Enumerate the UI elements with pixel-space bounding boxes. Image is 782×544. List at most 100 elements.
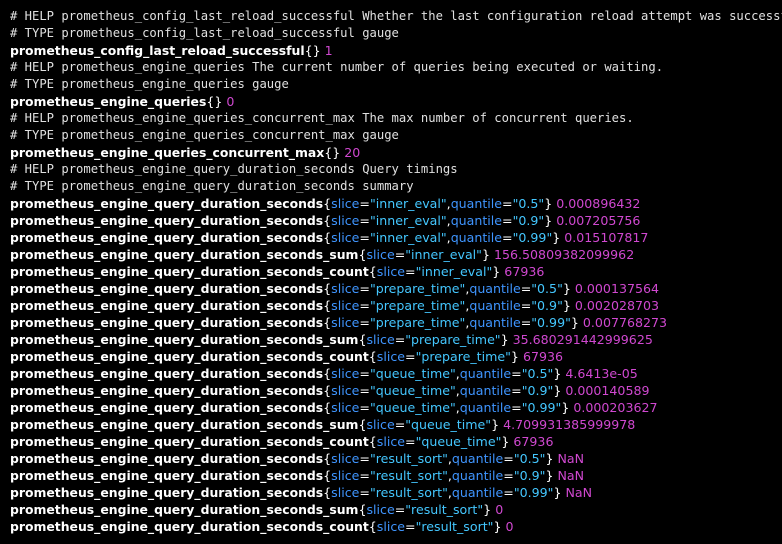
sample-value: NaN [561, 485, 593, 500]
label-key: quantile [459, 400, 512, 415]
metric-name: prometheus_engine_query_duration_seconds [10, 230, 324, 245]
label-equals: = [503, 468, 514, 483]
metric-name: prometheus_engine_query_duration_seconds… [10, 264, 369, 279]
metric-line: prometheus_engine_query_duration_seconds… [10, 314, 782, 331]
sample-value: 0.000137564 [570, 281, 660, 296]
metric-line: prometheus_engine_query_duration_seconds… [10, 467, 782, 484]
close-brace: } [493, 519, 502, 534]
sample-value: 0 [222, 94, 235, 109]
label-key: slice [331, 400, 360, 415]
metric-name: prometheus_engine_query_duration_seconds [10, 485, 324, 500]
label-equals: = [502, 196, 513, 211]
label-value: "queue_time" [415, 434, 502, 449]
label-value: "queue_time" [405, 417, 492, 432]
comment-text: # HELP prometheus_engine_query_duration_… [10, 162, 458, 176]
label-key: slice [331, 281, 360, 296]
label-equals: = [359, 230, 370, 245]
open-brace: { [323, 281, 332, 296]
close-brace: } [562, 298, 571, 313]
label-equals: = [405, 264, 416, 279]
metric-name: prometheus_engine_query_duration_seconds… [10, 349, 369, 364]
metric-line: prometheus_engine_query_duration_seconds… [10, 263, 782, 280]
comment-text: # HELP prometheus_config_last_reload_suc… [10, 9, 782, 23]
metric-name: prometheus_engine_queries [10, 94, 207, 109]
label-value: "result_sort" [369, 485, 448, 500]
close-brace: } [562, 281, 571, 296]
metric-line: prometheus_engine_query_duration_seconds… [10, 280, 782, 297]
label-key: slice [331, 315, 360, 330]
label-equals: = [394, 332, 406, 347]
comment-line: # HELP prometheus_engine_query_duration_… [10, 161, 782, 178]
label-equals: = [359, 366, 370, 381]
metric-name: prometheus_engine_query_duration_seconds [10, 196, 324, 211]
comment-line: # HELP prometheus_engine_queries The cur… [10, 59, 782, 76]
label-key: quantile [450, 213, 503, 228]
sample-value: 0.000140589 [561, 383, 650, 398]
label-equals: = [405, 519, 416, 534]
open-brace: { [323, 383, 332, 398]
comment-text: # TYPE prometheus_engine_queries gauge [10, 77, 289, 91]
label-key: slice [331, 213, 360, 228]
label-value: "result_sort" [369, 468, 448, 483]
label-equals: = [520, 315, 532, 330]
close-brace: } [481, 247, 490, 262]
label-value: "queue_time" [369, 400, 456, 415]
open-brace: { [323, 451, 332, 466]
sample-value: 0.007768273 [578, 315, 668, 330]
label-equals: = [359, 196, 370, 211]
label-value: "inner_eval" [405, 247, 482, 262]
label-value: "0.99" [513, 485, 554, 500]
label-equals: = [359, 383, 370, 398]
label-key: quantile [450, 230, 503, 245]
metric-line: prometheus_engine_query_duration_seconds… [10, 518, 782, 535]
label-equals: = [511, 400, 522, 415]
metric-name: prometheus_engine_query_duration_seconds [10, 400, 324, 415]
label-equals: = [359, 451, 370, 466]
metric-line: prometheus_engine_queries{} 0 [10, 93, 782, 110]
label-key: slice [331, 298, 360, 313]
label-equals: = [359, 298, 370, 313]
metric-name: prometheus_engine_query_duration_seconds [10, 213, 324, 228]
sample-value: 35.680291442999625 [508, 332, 653, 347]
metric-name: prometheus_engine_query_duration_seconds… [10, 502, 359, 517]
metric-name: prometheus_engine_query_duration_seconds [10, 298, 324, 313]
label-key: slice [366, 247, 395, 262]
close-brace: } [500, 332, 509, 347]
label-equals: = [503, 451, 514, 466]
label-key: quantile [451, 468, 504, 483]
sample-value: 4.6413e-05 [561, 366, 638, 381]
label-equals: = [511, 383, 522, 398]
comment-line: # TYPE prometheus_config_last_reload_suc… [10, 25, 782, 42]
label-key: slice [331, 196, 360, 211]
sample-value: NaN [553, 451, 585, 466]
open-brace: { [368, 349, 377, 364]
label-equals: = [359, 213, 370, 228]
metric-line: prometheus_engine_query_duration_seconds… [10, 399, 782, 416]
sample-value: 156.50809382099962 [489, 247, 635, 262]
metric-line: prometheus_engine_queries_concurrent_max… [10, 144, 782, 161]
label-value: "0.9" [513, 468, 546, 483]
label-key: slice [376, 264, 406, 279]
metric-line: prometheus_engine_query_duration_seconds… [10, 246, 782, 263]
label-key: slice [331, 451, 360, 466]
sample-value: NaN [553, 468, 585, 483]
label-key: quantile [469, 298, 521, 313]
label-value: "queue_time" [369, 366, 456, 381]
label-value: "inner_eval" [369, 213, 447, 228]
label-key: slice [366, 332, 395, 347]
metric-name: prometheus_engine_query_duration_seconds [10, 451, 324, 466]
open-brace: { [368, 519, 377, 534]
label-value: "0.5" [512, 196, 545, 211]
metric-name: prometheus_engine_query_duration_seconds [10, 366, 324, 381]
label-value: "result_sort" [405, 502, 484, 517]
sample-value: 67936 [518, 349, 564, 364]
sample-value: 1 [320, 43, 333, 58]
label-value: "0.9" [512, 213, 545, 228]
open-brace: { [323, 298, 332, 313]
label-value: "prepare_time" [415, 349, 511, 364]
sample-value: 0.002028703 [570, 298, 660, 313]
label-equals: = [503, 485, 514, 500]
label-equals: = [511, 366, 522, 381]
comment-line: # HELP prometheus_engine_queries_concurr… [10, 110, 782, 127]
label-equals: = [520, 281, 532, 296]
